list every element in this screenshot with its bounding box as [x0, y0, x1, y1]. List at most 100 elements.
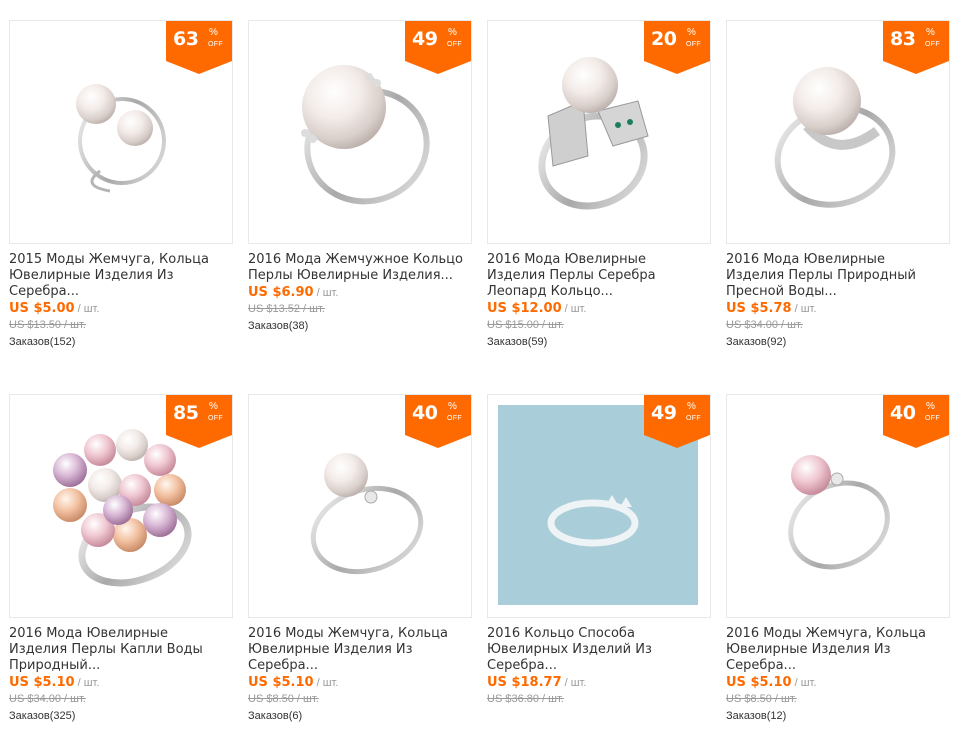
- product-image[interactable]: 49 % OFF: [487, 394, 711, 618]
- old-price: US $15.00 / шт.: [487, 319, 564, 331]
- price-value: US $18.77: [487, 675, 562, 690]
- product-image[interactable]: 20 % OFF: [487, 20, 711, 244]
- price-value: US $12.00: [487, 301, 562, 316]
- price: US $12.00/ шт.: [487, 300, 586, 316]
- title-line: Серебра...: [9, 284, 79, 299]
- price: US $5.10/ шт.: [248, 674, 338, 690]
- title-line: Ювелирные Изделия Из: [248, 642, 413, 657]
- title-line: 2016 Моды Жемчуга, Кольца: [248, 626, 448, 641]
- old-price-value: US $34.00 / шт.: [726, 319, 803, 331]
- off-label: OFF: [447, 415, 462, 422]
- discount-value: 40: [890, 402, 916, 424]
- orders-count[interactable]: (152): [50, 336, 76, 348]
- old-price: US $8.50 / шт.: [248, 693, 319, 705]
- price-unit: / шт.: [77, 677, 100, 689]
- old-price-value: US $34.00 / шт.: [9, 693, 86, 705]
- title-line: Ювелирные Изделия Из: [726, 642, 891, 657]
- orders-label: Заказов: [487, 336, 528, 348]
- price-value: US $5.00: [9, 301, 75, 316]
- price-unit: / шт.: [564, 677, 587, 689]
- product-grid: 63 % OFF 2015 Моды Жемчуга, Кольца Ювели…: [0, 0, 963, 731]
- old-price-value: US $8.50 / шт.: [248, 693, 319, 705]
- title-line: 2016 Кольцо Способа: [487, 626, 635, 641]
- orders-count[interactable]: (6): [289, 710, 302, 722]
- price-unit: / шт.: [794, 677, 817, 689]
- price-unit: / шт.: [564, 303, 587, 315]
- title-line: Изделия Перлы Серебра: [487, 268, 656, 283]
- discount-value: 40: [412, 402, 438, 424]
- percent-sign: %: [926, 401, 935, 412]
- product-image[interactable]: 83 % OFF: [726, 20, 950, 244]
- product-image[interactable]: 40 % OFF: [248, 394, 472, 618]
- percent-sign: %: [926, 27, 935, 38]
- title-line: Перлы Ювелирные Изделия...: [248, 268, 453, 283]
- price: US $5.10/ шт.: [726, 674, 816, 690]
- discount-value: 83: [890, 28, 916, 50]
- product-image[interactable]: 85 % OFF: [9, 394, 233, 618]
- product-title[interactable]: 2016 Мода Ювелирные Изделия Перлы Капли …: [9, 626, 233, 674]
- old-price: US $8.50 / шт.: [726, 693, 797, 705]
- orders-label: Заказов: [248, 710, 289, 722]
- price: US $18.77/ шт.: [487, 674, 586, 690]
- orders: Заказов(59): [487, 336, 547, 348]
- price-value: US $5.10: [248, 675, 314, 690]
- title-line: Природный...: [9, 658, 101, 673]
- title-line: 2016 Мода Ювелирные: [9, 626, 168, 641]
- discount-value: 20: [651, 28, 677, 50]
- discount-value: 49: [412, 28, 438, 50]
- orders: Заказов(38): [248, 320, 308, 332]
- old-price-value: US $13.50 / шт.: [9, 319, 86, 331]
- price-value: US $5.10: [726, 675, 792, 690]
- off-label: OFF: [208, 41, 223, 48]
- orders: Заказов(92): [726, 336, 786, 348]
- product-title[interactable]: 2016 Моды Жемчуга, Кольца Ювелирные Изде…: [726, 626, 950, 674]
- orders-count[interactable]: (38): [289, 320, 309, 332]
- discount-value: 85: [173, 402, 199, 424]
- title-line: Серебра...: [487, 658, 557, 673]
- product-title[interactable]: 2015 Моды Жемчуга, Кольца Ювелирные Изде…: [9, 252, 233, 300]
- orders-count[interactable]: (12): [767, 710, 787, 722]
- price: US $5.10/ шт.: [9, 674, 99, 690]
- old-price-value: US $15.00 / шт.: [487, 319, 564, 331]
- orders-count[interactable]: (325): [50, 710, 76, 722]
- price-unit: / шт.: [316, 287, 339, 299]
- product-title[interactable]: 2016 Мода Жемчужное Кольцо Перлы Ювелирн…: [248, 252, 472, 284]
- percent-sign: %: [209, 27, 218, 38]
- title-line: 2016 Мода Ювелирные: [487, 252, 646, 267]
- product-title[interactable]: 2016 Моды Жемчуга, Кольца Ювелирные Изде…: [248, 626, 472, 674]
- title-line: Изделия Перлы Капли Воды: [9, 642, 203, 657]
- orders-label: Заказов: [9, 336, 50, 348]
- orders-count[interactable]: (59): [528, 336, 548, 348]
- off-label: OFF: [686, 415, 701, 422]
- discount-value: 63: [173, 28, 199, 50]
- title-line: Пресной Воды...: [726, 284, 837, 299]
- title-line: Ювелирные Изделия Из: [9, 268, 174, 283]
- orders: Заказов(12): [726, 710, 786, 722]
- price: US $6.90/ шт.: [248, 284, 338, 300]
- product-title[interactable]: 2016 Мода Ювелирные Изделия Перлы Серебр…: [487, 252, 711, 300]
- off-label: OFF: [925, 41, 940, 48]
- product-image[interactable]: 63 % OFF: [9, 20, 233, 244]
- title-line: 2016 Мода Ювелирные: [726, 252, 885, 267]
- product-image[interactable]: 40 % OFF: [726, 394, 950, 618]
- product-image[interactable]: 49 % OFF: [248, 20, 472, 244]
- orders-label: Заказов: [726, 336, 767, 348]
- orders-count[interactable]: (92): [767, 336, 787, 348]
- orders: Заказов(6): [248, 710, 302, 722]
- old-price-value: US $8.50 / шт.: [726, 693, 797, 705]
- title-line: 2015 Моды Жемчуга, Кольца: [9, 252, 209, 267]
- percent-sign: %: [687, 27, 696, 38]
- orders: Заказов(325): [9, 710, 75, 722]
- old-price: US $34.00 / шт.: [726, 319, 803, 331]
- price-unit: / шт.: [794, 303, 817, 315]
- price: US $5.00/ шт.: [9, 300, 99, 316]
- title-line: Серебра...: [248, 658, 318, 673]
- title-line: 2016 Моды Жемчуга, Кольца: [726, 626, 926, 641]
- price: US $5.78/ шт.: [726, 300, 816, 316]
- off-label: OFF: [686, 41, 701, 48]
- orders-label: Заказов: [248, 320, 289, 332]
- product-title[interactable]: 2016 Мода Ювелирные Изделия Перлы Природ…: [726, 252, 950, 300]
- orders-label: Заказов: [726, 710, 767, 722]
- orders-label: Заказов: [9, 710, 50, 722]
- product-title[interactable]: 2016 Кольцо Способа Ювелирных Изделий Из…: [487, 626, 711, 674]
